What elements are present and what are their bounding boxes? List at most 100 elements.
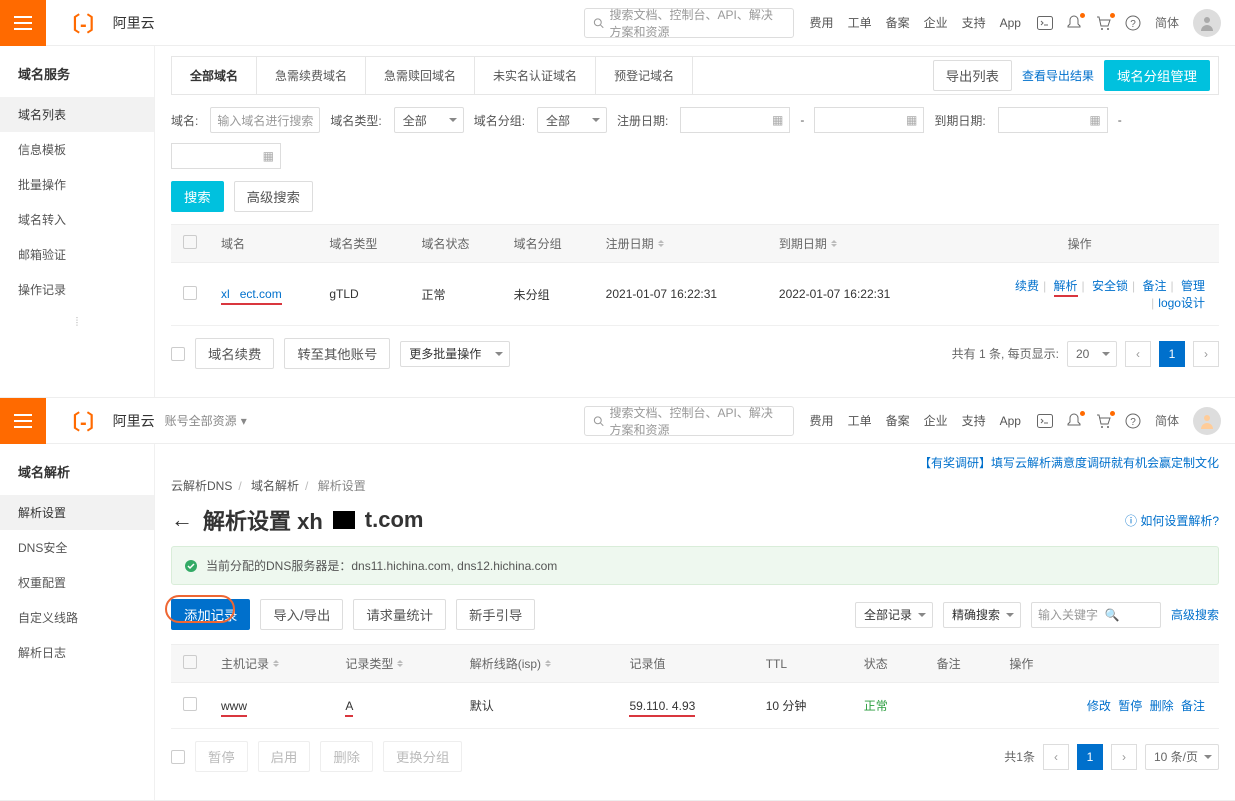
global-search[interactable]: 搜索文档、控制台、API、解决方案和资源 [584, 8, 794, 38]
nav-enterprise[interactable]: 企业 [924, 412, 948, 429]
select-all-bottom[interactable] [171, 347, 185, 361]
op-lock[interactable]: 安全锁 [1092, 279, 1128, 293]
reg-date-to[interactable]: ▦ [814, 107, 924, 133]
nav-fees[interactable]: 费用 [810, 14, 834, 31]
col-type[interactable]: 记录类型 [345, 655, 393, 672]
row-select[interactable] [183, 697, 197, 711]
page-prev-2[interactable]: ‹ [1043, 744, 1069, 770]
sb-resolve-settings[interactable]: 解析设置 [0, 495, 154, 530]
avatar[interactable] [1193, 407, 1221, 435]
bulk-transfer[interactable]: 转至其他账号 [284, 338, 390, 369]
global-search-2[interactable]: 搜索文档、控制台、API、解决方案和资源 [584, 406, 794, 436]
bulk-regroup[interactable]: 更换分组 [383, 741, 462, 772]
sb-weight[interactable]: 权重配置 [0, 565, 154, 600]
nav-support[interactable]: 支持 [962, 14, 986, 31]
help-icon[interactable]: ? [1125, 413, 1141, 429]
page-size-2[interactable]: 10 条/页 [1145, 744, 1219, 770]
tab-unverified[interactable]: 未实名认证域名 [475, 57, 596, 94]
select-all[interactable] [183, 235, 197, 249]
col-host[interactable]: 主机记录 [221, 655, 269, 672]
tab-prereg[interactable]: 预登记域名 [596, 57, 693, 94]
domain-name-input[interactable]: 输入域名进行搜索 [210, 107, 320, 133]
tab-renew[interactable]: 急需续费域名 [257, 57, 366, 94]
tab-redeem[interactable]: 急需赎回域名 [366, 57, 475, 94]
col-exp[interactable]: 到期日期 [779, 235, 827, 252]
sidebar-collapse[interactable]: ⦙ [0, 307, 154, 338]
lang-switch[interactable]: 简体 [1155, 14, 1179, 31]
nav-enterprise[interactable]: 企业 [924, 14, 948, 31]
op-logo[interactable]: logo设计 [1158, 296, 1205, 310]
crumb-dns[interactable]: 云解析DNS [171, 479, 232, 493]
bulk-delete[interactable]: 删除 [320, 741, 373, 772]
bell-icon[interactable] [1067, 413, 1081, 429]
sb-logs[interactable]: 操作记录 [0, 272, 154, 307]
sb-transfer-in[interactable]: 域名转入 [0, 202, 154, 237]
op-edit[interactable]: 修改 [1087, 699, 1111, 713]
cart-icon[interactable] [1095, 15, 1111, 31]
stats-button[interactable]: 请求量统计 [353, 599, 446, 630]
sb-email-verify[interactable]: 邮箱验证 [0, 237, 154, 272]
domain-group-select[interactable]: 全部 [537, 107, 607, 133]
account-scope[interactable]: 账号全部资源▾ [165, 412, 247, 429]
bulk-enable[interactable]: 启用 [258, 741, 311, 772]
page-prev[interactable]: ‹ [1125, 341, 1151, 367]
import-export-button[interactable]: 导入/导出 [260, 599, 343, 630]
page-size[interactable]: 20 [1067, 341, 1117, 367]
keyword-input[interactable]: 输入关键字 🔍 [1031, 602, 1161, 628]
adv-search-button[interactable]: 高级搜索 [234, 181, 313, 212]
op-resolve[interactable]: 解析 [1054, 279, 1078, 297]
nav-ticket[interactable]: 工单 [848, 412, 872, 429]
tab-all[interactable]: 全部域名 [172, 57, 257, 94]
domain-link[interactable]: xl ect.com [221, 287, 282, 305]
logo[interactable]: 〔-〕 阿里云 [60, 8, 155, 37]
group-manage-button[interactable]: 域名分组管理 [1104, 60, 1210, 91]
bulk-renew[interactable]: 域名续费 [195, 338, 274, 369]
nav-support[interactable]: 支持 [962, 412, 986, 429]
search-mode-select[interactable]: 精确搜索 [943, 602, 1021, 628]
avatar[interactable] [1193, 9, 1221, 37]
page-1-2[interactable]: 1 [1077, 744, 1103, 770]
op-manage[interactable]: 管理 [1181, 279, 1205, 293]
nav-icp[interactable]: 备案 [886, 14, 910, 31]
cart-icon[interactable] [1095, 413, 1111, 429]
add-record-button[interactable]: 添加记录 [171, 599, 250, 630]
crumb-resolve[interactable]: 域名解析 [251, 479, 299, 493]
help-link[interactable]: ⓘ 如何设置解析? [1125, 512, 1219, 529]
back-icon[interactable]: ← [171, 507, 193, 533]
reg-date-from[interactable]: ▦ [680, 107, 790, 133]
terminal-icon[interactable] [1037, 16, 1053, 30]
bell-icon[interactable] [1067, 15, 1081, 31]
select-all-bottom-2[interactable] [171, 750, 185, 764]
op-pause[interactable]: 暂停 [1118, 699, 1142, 713]
nav-app[interactable]: App [1000, 414, 1021, 428]
op-note[interactable]: 备注 [1143, 279, 1167, 293]
sb-domain-list[interactable]: 域名列表 [0, 97, 154, 132]
promo-link[interactable]: 【有奖调研】填写云解析满意度调研就有机会赢定制文化 [171, 454, 1219, 471]
select-all-records[interactable] [183, 655, 197, 669]
op-renew[interactable]: 续费 [1015, 279, 1039, 293]
nav-app[interactable]: App [1000, 16, 1021, 30]
op-note[interactable]: 备注 [1181, 699, 1205, 713]
view-export-results[interactable]: 查看导出结果 [1022, 67, 1094, 84]
page-1[interactable]: 1 [1159, 341, 1185, 367]
exp-date-to[interactable]: ▦ [171, 143, 281, 169]
exp-date-from[interactable]: ▦ [998, 107, 1108, 133]
col-isp[interactable]: 解析线路(isp) [470, 655, 541, 672]
sb-templates[interactable]: 信息模板 [0, 132, 154, 167]
record-scope-select[interactable]: 全部记录 [855, 602, 933, 628]
bulk-pause[interactable]: 暂停 [195, 741, 248, 772]
menu-toggle-2[interactable] [0, 398, 46, 444]
nav-ticket[interactable]: 工单 [848, 14, 872, 31]
row-select[interactable] [183, 286, 197, 300]
nav-icp[interactable]: 备案 [886, 412, 910, 429]
search-button[interactable]: 搜索 [171, 181, 224, 212]
menu-toggle[interactable] [0, 0, 46, 46]
export-button[interactable]: 导出列表 [933, 60, 1012, 91]
bulk-more[interactable]: 更多批量操作 [400, 341, 510, 367]
help-icon[interactable]: ? [1125, 15, 1141, 31]
op-delete[interactable]: 删除 [1150, 699, 1174, 713]
sb-batch[interactable]: 批量操作 [0, 167, 154, 202]
page-next[interactable]: › [1193, 341, 1219, 367]
sb-resolve-logs[interactable]: 解析日志 [0, 635, 154, 670]
nav-fees[interactable]: 费用 [810, 412, 834, 429]
